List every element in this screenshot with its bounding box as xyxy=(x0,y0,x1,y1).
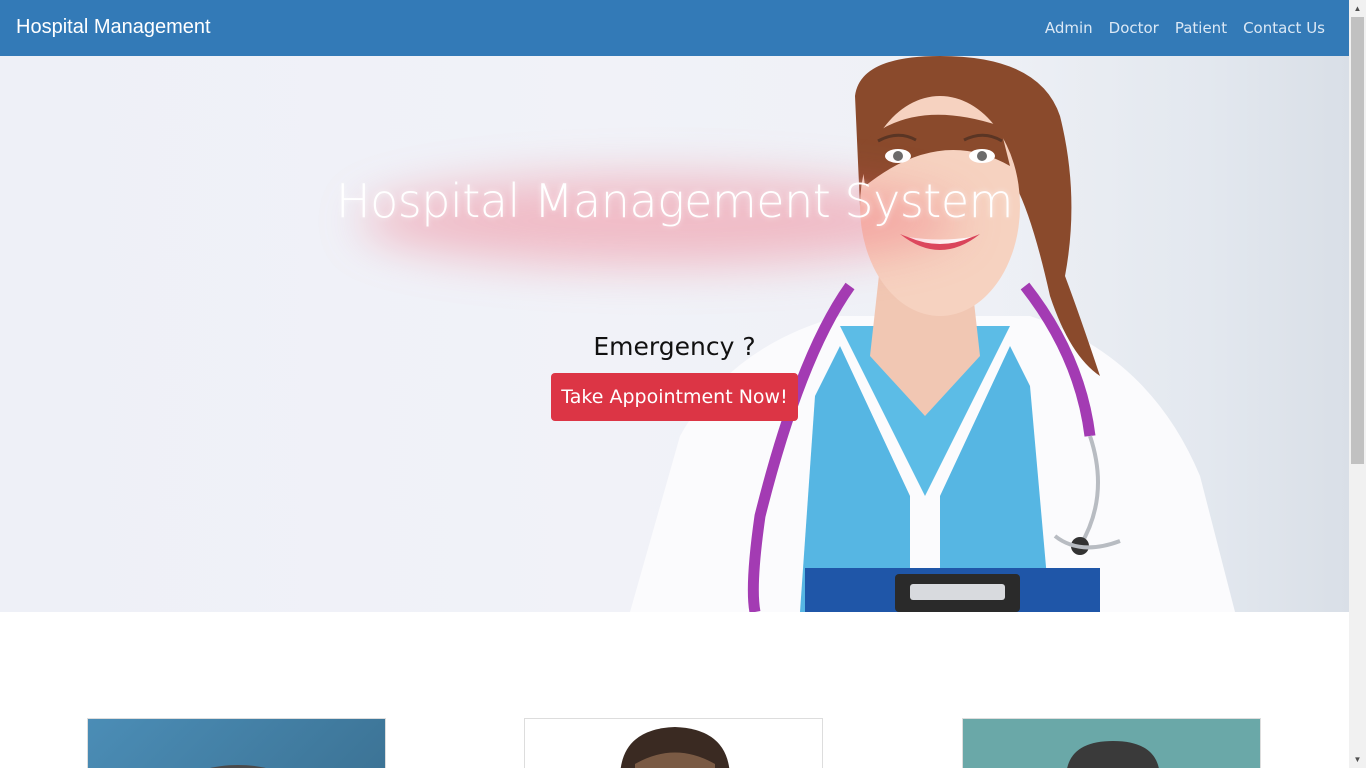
nav-contact-us[interactable]: Contact Us xyxy=(1243,19,1325,37)
vertical-scrollbar[interactable]: ▲ ▼ xyxy=(1349,0,1366,768)
up-arrow-icon[interactable]: ▲ xyxy=(1349,0,1366,17)
down-arrow-icon[interactable]: ▼ xyxy=(1349,751,1366,768)
card-doctor[interactable] xyxy=(524,718,823,768)
card-admin[interactable] xyxy=(87,718,386,768)
take-appointment-button[interactable]: Take Appointment Now! xyxy=(551,373,798,421)
nav-patient[interactable]: Patient xyxy=(1175,19,1227,37)
scrollbar-thumb[interactable] xyxy=(1351,17,1364,464)
nav-doctor[interactable]: Doctor xyxy=(1109,19,1159,37)
nav-links: Admin Doctor Patient Contact Us xyxy=(1045,19,1325,37)
page: Hospital Management Admin Doctor Patient… xyxy=(0,0,1349,768)
cards-section xyxy=(0,612,1349,768)
navbar: Hospital Management Admin Doctor Patient… xyxy=(0,0,1349,56)
doctor-avatar-image xyxy=(620,727,730,768)
patient-avatar-image xyxy=(1067,741,1159,768)
hero-title: Hospital Management System xyxy=(336,174,1013,228)
nav-admin[interactable]: Admin xyxy=(1045,19,1093,37)
hero-banner: Hospital Management System Emergency ? T… xyxy=(0,56,1349,612)
brand-link[interactable]: Hospital Management xyxy=(16,16,211,39)
emergency-label: Emergency ? xyxy=(593,332,756,361)
card-patient[interactable] xyxy=(962,718,1261,768)
admin-avatar-image xyxy=(210,765,266,768)
